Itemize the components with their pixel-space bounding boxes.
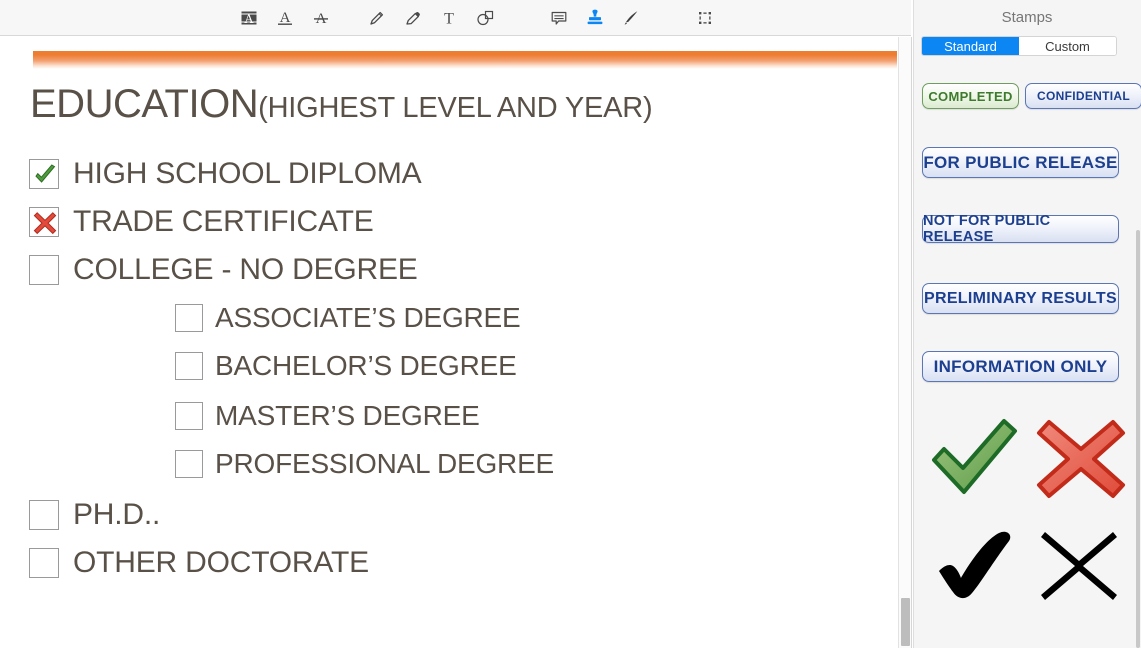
checklist-label: ASSOCIATE’S DEGREE xyxy=(215,302,521,333)
red-x-mark-icon xyxy=(33,212,57,235)
checklist-label: MASTER’S DEGREE xyxy=(215,400,480,431)
svg-text:T: T xyxy=(444,10,454,27)
text-tool-icon[interactable]: T xyxy=(431,2,467,34)
eraser-icon[interactable] xyxy=(395,2,431,34)
panel-title: Stamps xyxy=(1001,9,1053,26)
pdf-page: EDUCATION(HIGHEST LEVEL AND YEAR) HIGH S… xyxy=(0,37,898,648)
stamp-confidential[interactable]: CONFIDENTIAL xyxy=(1025,83,1141,109)
tab-custom[interactable]: Custom xyxy=(1019,37,1116,55)
checklist-row[interactable]: BACHELOR’S DEGREE xyxy=(175,350,517,382)
selection-marquee-icon[interactable] xyxy=(687,2,723,34)
stamp-for-public-release[interactable]: FOR PUBLIC RELEASE xyxy=(922,147,1119,178)
document-viewport[interactable]: EDUCATION(HIGHEST LEVEL AND YEAR) HIGH S… xyxy=(0,37,898,648)
checklist-label: PROFESSIONAL DEGREE xyxy=(215,448,555,479)
checklist-row[interactable]: COLLEGE - NO DEGREE xyxy=(29,253,418,287)
checklist-row[interactable]: ASSOCIATE’S DEGREE xyxy=(175,302,521,334)
checklist-row[interactable]: MASTER’S DEGREE xyxy=(175,400,480,432)
checklist-label: OTHER DOCTORATE xyxy=(73,546,369,579)
green-check-stamp[interactable] xyxy=(928,416,1020,507)
stamp-preliminary-results[interactable]: PRELIMINARY RESULTS xyxy=(922,283,1119,314)
document-scrollbar[interactable] xyxy=(898,37,912,648)
red-x-stamp[interactable] xyxy=(1035,416,1127,507)
tab-standard[interactable]: Standard xyxy=(922,37,1019,55)
black-check-stamp[interactable] xyxy=(933,526,1021,607)
black-x-stamp[interactable] xyxy=(1038,528,1120,609)
pencil-icon[interactable] xyxy=(359,2,395,34)
checklist-row[interactable]: TRADE CERTIFICATE xyxy=(29,205,374,239)
checkbox-empty[interactable] xyxy=(175,352,203,380)
checkbox-empty[interactable] xyxy=(29,548,59,578)
shapes-icon[interactable] xyxy=(467,2,503,34)
checkbox-green-check[interactable] xyxy=(29,159,59,189)
checkbox-empty[interactable] xyxy=(175,304,203,332)
checkbox-red-x[interactable] xyxy=(29,207,59,237)
strikethrough-text-icon[interactable]: A xyxy=(303,2,339,34)
pdf-annotation-app: A A A T EDUCATION(HIGHEST LEVEL AND YEAR… xyxy=(0,0,1141,648)
annotation-tool-group xyxy=(541,2,649,34)
green-check-mark-icon xyxy=(35,164,56,183)
stamp-list: COMPLETED CONFIDENTIAL FOR PUBLIC RELEASE N… xyxy=(913,66,1141,648)
checkbox-empty[interactable] xyxy=(175,402,203,430)
checklist-row[interactable]: OTHER DOCTORATE xyxy=(29,546,369,580)
stamp-information-only[interactable]: INFORMATION ONLY xyxy=(922,351,1119,382)
stamp-category-tabs: Standard Custom xyxy=(921,36,1117,56)
underline-text-icon[interactable]: A xyxy=(267,2,303,34)
text-markup-tool-group: A A A xyxy=(231,2,339,34)
selection-tool-group xyxy=(687,2,723,34)
svg-text:A: A xyxy=(244,11,254,26)
checklist-row[interactable]: PROFESSIONAL DEGREE xyxy=(175,448,554,480)
checklist-label: HIGH SCHOOL DIPLOMA xyxy=(73,157,422,190)
stamp-icon[interactable] xyxy=(577,2,613,34)
checklist-label: BACHELOR’S DEGREE xyxy=(215,350,517,381)
checklist-label: TRADE CERTIFICATE xyxy=(73,205,374,238)
checkbox-empty[interactable] xyxy=(29,500,59,530)
signature-pen-icon[interactable] xyxy=(613,2,649,34)
checklist-row[interactable]: PH.D.. xyxy=(29,498,160,532)
checkbox-empty[interactable] xyxy=(29,255,59,285)
stamp-completed[interactable]: COMPLETED xyxy=(922,83,1019,109)
checklist-label: COLLEGE - NO DEGREE xyxy=(73,253,418,286)
highlight-text-icon[interactable]: A xyxy=(231,2,267,34)
checkbox-empty[interactable] xyxy=(175,450,203,478)
education-checklist: HIGH SCHOOL DIPLOMA TRADE CERTIFICATE COLL… xyxy=(0,37,898,648)
drawing-tool-group: T xyxy=(359,2,503,34)
stamp-not-for-public-release[interactable]: NOT FOR PUBLIC RELEASE xyxy=(922,213,1119,245)
checklist-row[interactable]: HIGH SCHOOL DIPLOMA xyxy=(29,157,422,191)
annotation-toolbar: A A A T xyxy=(0,0,911,36)
comment-icon[interactable] xyxy=(541,2,577,34)
document-scrollbar-thumb[interactable] xyxy=(901,598,910,646)
checklist-label: PH.D.. xyxy=(73,498,161,531)
